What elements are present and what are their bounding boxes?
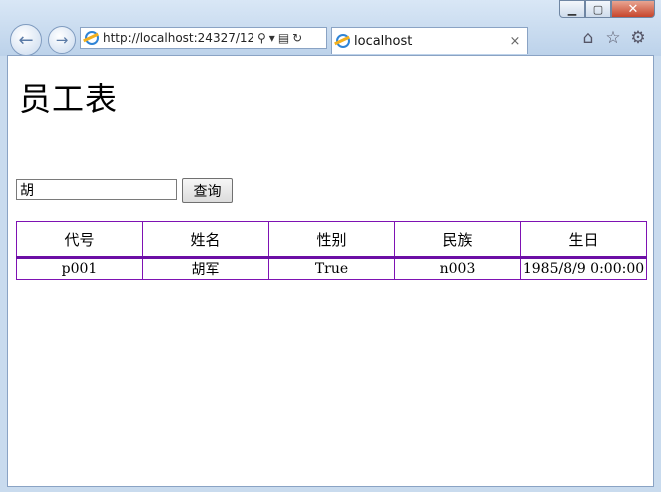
back-button[interactable]: ← bbox=[10, 24, 42, 56]
cell-nation: n003 bbox=[394, 257, 521, 280]
address-bar[interactable]: http://localhost:24327/122 ⚲ ▾ ▤ ↻ bbox=[80, 27, 327, 49]
header-name: 姓名 bbox=[142, 221, 269, 259]
address-url[interactable]: http://localhost:24327/122 bbox=[103, 31, 253, 45]
cell-sex: True bbox=[268, 257, 395, 280]
maximize-button[interactable]: ▢ bbox=[585, 0, 611, 18]
forward-button[interactable]: → bbox=[48, 26, 76, 54]
cell-name: 胡军 bbox=[142, 257, 269, 280]
window-controls: ▁ ▢ ✕ bbox=[559, 0, 655, 18]
home-icon[interactable]: ⌂ bbox=[578, 28, 598, 48]
header-nation: 民族 bbox=[394, 221, 521, 259]
page-content: 员工表 查询 代号 姓名 性别 民族 生日 p001 胡军 True n003 … bbox=[7, 55, 654, 487]
employee-table: 代号 姓名 性别 民族 生日 p001 胡军 True n003 1985/8/… bbox=[16, 221, 647, 280]
browser-toolbar: ⌂ ☆ ⚙ bbox=[578, 28, 648, 48]
dropdown-icon[interactable]: ▾ bbox=[269, 31, 275, 45]
back-icon: ← bbox=[18, 29, 34, 51]
favorites-star-icon[interactable]: ☆ bbox=[603, 28, 623, 48]
table-header-row: 代号 姓名 性别 民族 生日 bbox=[16, 221, 647, 259]
browser-chrome: ▁ ▢ ✕ ← → http://localhost:24327/122 ⚲ ▾… bbox=[0, 0, 661, 56]
gear-icon[interactable]: ⚙ bbox=[628, 28, 648, 48]
minimize-button[interactable]: ▁ bbox=[559, 0, 585, 18]
cell-code: p001 bbox=[16, 257, 143, 280]
forward-icon: → bbox=[55, 31, 69, 49]
header-sex: 性别 bbox=[268, 221, 395, 259]
ie-icon bbox=[85, 31, 99, 45]
table-row: p001 胡军 True n003 1985/8/9 0:00:00 bbox=[16, 257, 647, 280]
search-input[interactable] bbox=[16, 179, 177, 200]
close-window-button[interactable]: ✕ bbox=[611, 0, 655, 18]
header-code: 代号 bbox=[16, 221, 143, 259]
page-title: 员工表 bbox=[19, 80, 119, 118]
tab-close-icon[interactable]: × bbox=[507, 34, 523, 49]
cell-birthday: 1985/8/9 0:00:00 bbox=[520, 257, 647, 280]
search-icon[interactable]: ⚲ bbox=[257, 31, 266, 45]
ie-icon bbox=[336, 34, 350, 48]
header-birthday: 生日 bbox=[520, 221, 647, 259]
tab-title: localhost bbox=[354, 33, 413, 49]
refresh-icon[interactable]: ↻ bbox=[292, 31, 302, 45]
tab-localhost[interactable]: localhost × bbox=[331, 27, 528, 54]
query-button[interactable]: 查询 bbox=[182, 178, 233, 203]
compat-icon[interactable]: ▤ bbox=[278, 31, 289, 45]
